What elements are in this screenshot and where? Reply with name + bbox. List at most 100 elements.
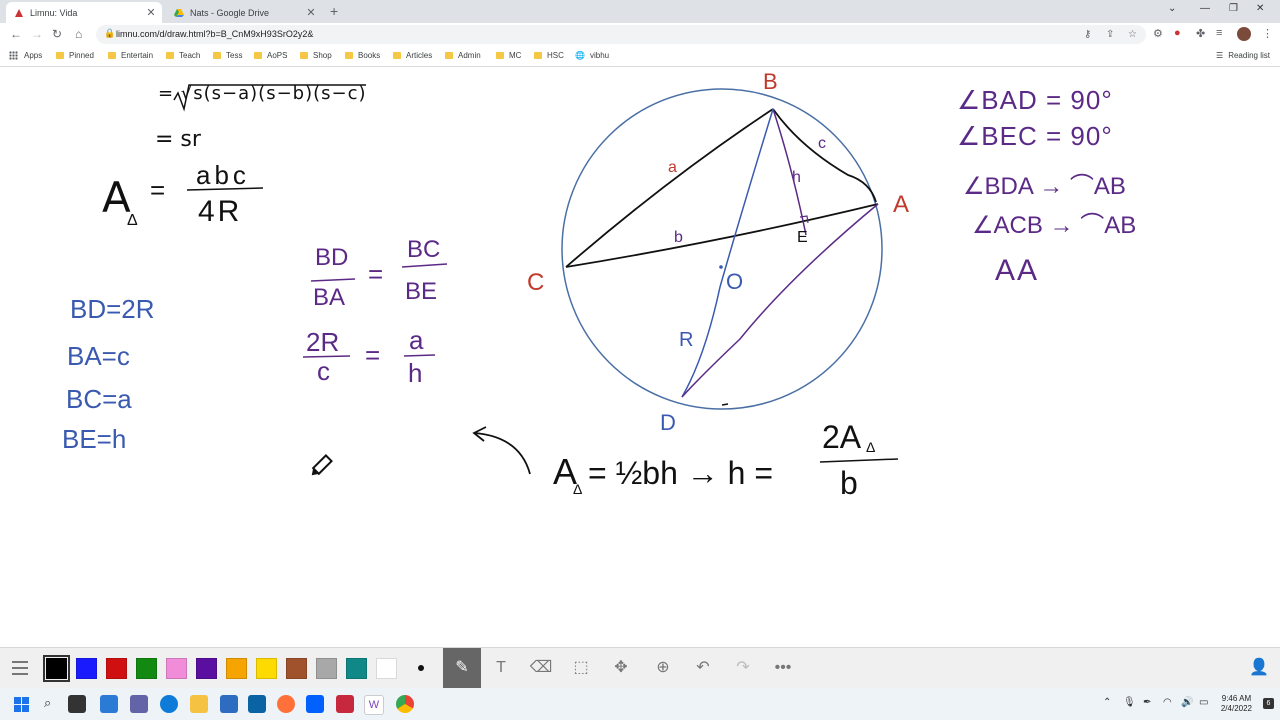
pan-tool-icon[interactable]: ✥: [608, 656, 634, 680]
whiteboard-drawing: [173, 84, 899, 476]
wifi-icon[interactable]: ◠: [1163, 697, 1172, 708]
microsoft-store-icon[interactable]: [220, 695, 238, 713]
mail-icon[interactable]: [248, 695, 266, 713]
restore-icon[interactable]: ❐: [1229, 3, 1238, 14]
color-swatch[interactable]: [226, 658, 247, 679]
bookmark-hsc[interactable]: HSC: [534, 51, 564, 60]
firefox-icon[interactable]: [277, 695, 295, 713]
more-menu-icon[interactable]: ⋮: [1262, 27, 1273, 40]
redo-icon[interactable]: ↷: [730, 656, 756, 680]
minimize-icon[interactable]: —: [1200, 3, 1210, 14]
color-swatch[interactable]: [286, 658, 307, 679]
whiteboard-canvas[interactable]: = √s(s−a)(s−b)(s−c) = sr A Δ = abc 4R BD…: [0, 67, 1280, 647]
list-be: BE=h: [62, 424, 127, 454]
home-icon[interactable]: ⌂: [75, 27, 82, 41]
file-explorer-icon[interactable]: [190, 695, 208, 713]
extension-icon[interactable]: ⚙: [1153, 27, 1163, 40]
bookmark-star-icon[interactable]: ☆: [1128, 29, 1137, 40]
puzzle-extensions-icon[interactable]: ✤: [1196, 27, 1205, 40]
text-tool-icon[interactable]: T: [488, 656, 514, 680]
record-extension-icon[interactable]: ●: [1174, 27, 1181, 39]
close-window-icon[interactable]: ✕: [1256, 3, 1264, 14]
widgets-icon[interactable]: [100, 695, 118, 713]
select-tool-icon[interactable]: ⬚: [568, 656, 594, 680]
more-options-icon[interactable]: •••: [770, 656, 796, 680]
share-icon[interactable]: ⇪: [1106, 29, 1114, 40]
search-icon[interactable]: ⌕: [44, 695, 51, 711]
color-swatch[interactable]: [166, 658, 187, 679]
angle-bad-note: ∠BAD = 90°: [957, 85, 1113, 115]
area-subscript: Δ: [127, 212, 138, 229]
volume-icon[interactable]: 🔊: [1181, 697, 1193, 708]
tab-label: Nats - Google Drive: [190, 7, 270, 18]
hamburger-menu-icon[interactable]: [12, 661, 28, 679]
color-swatch[interactable]: [76, 658, 97, 679]
bookmark-mc[interactable]: MC: [496, 51, 521, 60]
dropbox-icon[interactable]: [306, 695, 324, 713]
diameter-bd-line: [681, 108, 774, 398]
bookmark-entertain[interactable]: Entertain: [108, 51, 153, 60]
user-account-icon[interactable]: 👤: [1246, 656, 1272, 680]
tab-search-icon[interactable]: ⌄: [1168, 3, 1176, 14]
list-bd: BD=2R: [70, 294, 155, 324]
ratio2-den-left: c: [317, 356, 330, 386]
microphone-icon[interactable]: 🎙: [1123, 697, 1136, 708]
profile-avatar[interactable]: [1237, 27, 1251, 41]
notification-badge[interactable]: 6: [1263, 698, 1274, 709]
color-swatch[interactable]: [106, 658, 127, 679]
reload-icon[interactable]: ↻: [52, 27, 62, 41]
windows-start-icon[interactable]: [14, 697, 29, 712]
back-icon[interactable]: ←: [10, 27, 22, 41]
pen-tool-icon[interactable]: ✎: [443, 648, 481, 688]
bookmark-books[interactable]: Books: [345, 51, 380, 60]
folder-icon: [496, 52, 504, 59]
bookmark-vibhu[interactable]: 🌐 vibhu: [575, 51, 609, 60]
brush-size-icon[interactable]: [418, 665, 424, 671]
formula-numerator-subscript: Δ: [866, 439, 876, 455]
show-hidden-icons-icon[interactable]: ⌃: [1103, 697, 1111, 708]
limnu-app-icon[interactable]: W: [364, 695, 384, 715]
new-tab-icon[interactable]: +: [330, 3, 338, 19]
bookmark-admin[interactable]: Admin: [445, 51, 481, 60]
eraser-tool-icon[interactable]: ⌫: [528, 656, 554, 680]
point-a-label: A: [893, 191, 910, 218]
radius-r-label: R: [679, 329, 694, 351]
close-tab-icon[interactable]: ✕: [144, 6, 158, 19]
media-icon[interactable]: ≡: [1216, 27, 1222, 39]
zoom-tool-icon[interactable]: ⊕: [650, 656, 676, 680]
bookmark-apps[interactable]: Apps: [9, 51, 42, 60]
color-swatch[interactable]: [316, 658, 337, 679]
url-text: limnu.com/d/draw.html?b=B_CnM9xH93SrO2y2…: [116, 29, 314, 39]
key-icon[interactable]: ⚷: [1084, 29, 1091, 40]
bookmark-teach[interactable]: Teach: [166, 51, 200, 60]
app-icon[interactable]: [336, 695, 354, 713]
tab-limnu[interactable]: Limnu: Vida ✕: [6, 2, 162, 23]
color-swatch[interactable]: [136, 658, 157, 679]
color-swatch[interactable]: [256, 658, 277, 679]
bookmark-pinned[interactable]: Pinned: [56, 51, 94, 60]
tab-google-drive[interactable]: Nats - Google Drive ✕: [166, 2, 322, 23]
address-bar[interactable]: 🔒 limnu.com/d/draw.html?b=B_CnM9xH93SrO2…: [96, 25, 1146, 44]
bookmark-aops[interactable]: AoPS: [254, 51, 287, 60]
close-tab-icon[interactable]: ✕: [304, 6, 318, 19]
task-view-icon[interactable]: [68, 695, 86, 713]
color-swatch[interactable]: [196, 658, 217, 679]
chrome-icon[interactable]: [396, 695, 414, 713]
color-swatch[interactable]: [346, 658, 367, 679]
edge-browser-icon[interactable]: [160, 695, 178, 713]
bookmark-articles[interactable]: Articles: [393, 51, 432, 60]
undo-icon[interactable]: ↶: [690, 656, 716, 680]
forward-icon[interactable]: →: [31, 27, 43, 41]
bookmark-tess[interactable]: Tess: [213, 51, 242, 60]
reading-list-button[interactable]: ☰ Reading list: [1216, 51, 1270, 60]
bookmark-shop[interactable]: Shop: [300, 51, 332, 60]
folder-icon: [254, 52, 262, 59]
apps-grid-icon: [9, 51, 18, 60]
formula-middle: = ½bh → h =: [588, 455, 774, 491]
color-swatch[interactable]: [43, 655, 70, 682]
teams-chat-icon[interactable]: [130, 695, 148, 713]
system-clock[interactable]: 9:46 AM 2/4/2022: [1221, 694, 1252, 714]
pen-menu-icon[interactable]: ✒: [1143, 697, 1151, 708]
color-swatch[interactable]: [376, 658, 397, 679]
battery-icon[interactable]: ▭: [1199, 697, 1208, 708]
